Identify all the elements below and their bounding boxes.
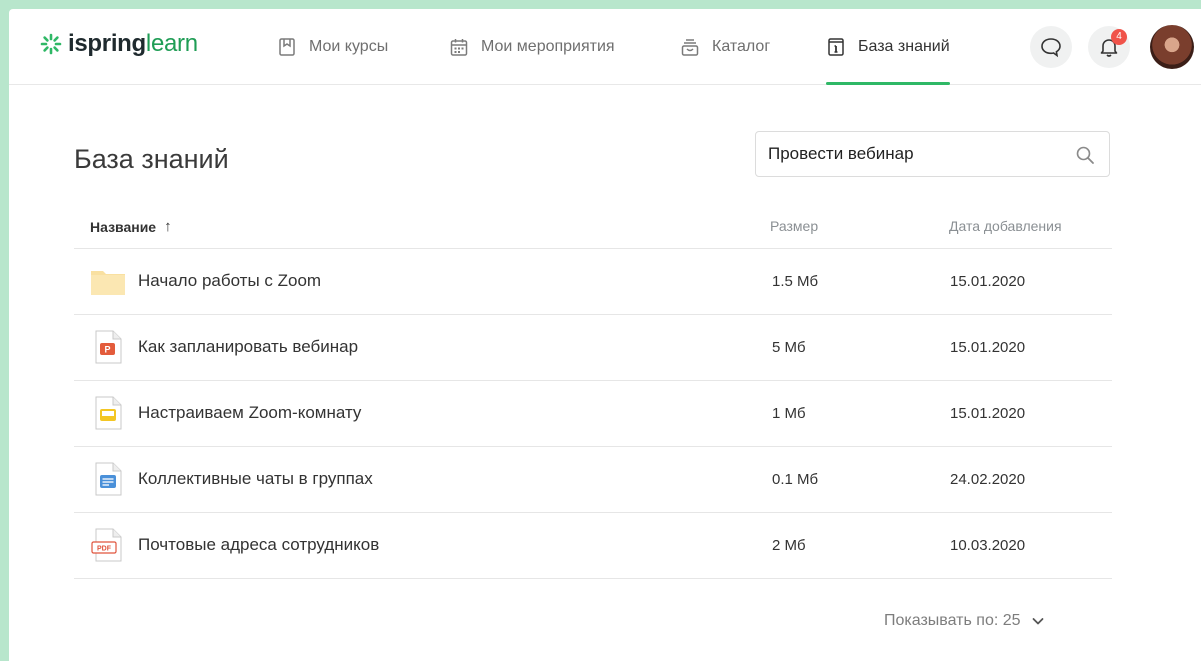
slides-file-icon: [95, 396, 122, 430]
svg-text:P: P: [104, 345, 110, 355]
file-name: Настраиваем Zoom-комнату: [138, 403, 362, 422]
file-size: 1 Мб: [772, 405, 806, 422]
file-size: 2 Мб: [772, 537, 806, 554]
top-navigation-bar: ispringlearn Мои курсы Мои мероприятия К…: [9, 9, 1201, 85]
user-avatar[interactable]: [1150, 25, 1194, 69]
notifications-button[interactable]: 4: [1088, 26, 1130, 68]
file-size: 0.1 Мб: [772, 471, 819, 488]
nav-catalog[interactable]: Каталог: [680, 9, 770, 84]
file-date: 15.01.2020: [950, 339, 1026, 356]
file-name: Коллективные чаты в группах: [138, 469, 373, 488]
table-header: Название ↑ Размер Дата добавления: [74, 204, 1112, 249]
pdf-file-icon: PDF: [91, 528, 122, 562]
table-row[interactable]: PDF Почтовые адреса сотрудников 2 Мб 10.…: [74, 513, 1112, 579]
powerpoint-file-icon: P: [95, 330, 122, 364]
file-size: 1.5 Мб: [772, 273, 819, 290]
file-date: 15.01.2020: [950, 405, 1026, 422]
nav-knowledge-base[interactable]: База знаний: [826, 9, 950, 85]
table-row[interactable]: Начало работы с Zoom 1.5 Мб 15.01.2020: [74, 249, 1112, 315]
file-size: 5 Мб: [772, 339, 806, 356]
table-row[interactable]: Настраиваем Zoom-комнату 1 Мб 15.01.2020: [74, 381, 1112, 447]
page-size-selector[interactable]: Показывать по: 25: [884, 612, 1045, 630]
nav-label: База знаний: [858, 37, 950, 55]
nav-my-events[interactable]: Мои мероприятия: [449, 9, 615, 84]
column-header-date[interactable]: Дата добавления: [949, 218, 1062, 234]
file-date: 10.03.2020: [950, 537, 1026, 554]
page-title: База знаний: [74, 144, 229, 174]
nav-label: Мои мероприятия: [481, 37, 615, 55]
calendar-icon: [450, 38, 468, 56]
logo-text-ispring: ispring: [68, 30, 146, 57]
column-header-size[interactable]: Размер: [770, 218, 818, 234]
app-window: ispringlearn Мои курсы Мои мероприятия К…: [9, 9, 1201, 661]
file-date: 24.02.2020: [950, 471, 1026, 488]
chat-bubble-icon: [1041, 38, 1061, 58]
info-book-icon: [828, 37, 844, 56]
column-header-name[interactable]: Название ↑: [90, 218, 172, 235]
chevron-down-icon: [1032, 618, 1043, 625]
messages-button[interactable]: [1030, 26, 1072, 68]
table-row[interactable]: P Как запланировать вебинар 5 Мб 15.01.2…: [74, 315, 1112, 381]
search-input[interactable]: [768, 132, 1058, 176]
table-row[interactable]: Коллективные чаты в группах 0.1 Мб 24.02…: [74, 447, 1112, 513]
document-file-icon: [95, 462, 122, 496]
folder-icon: [91, 271, 125, 295]
file-name: Как запланировать вебинар: [138, 337, 359, 356]
column-header-name-label: Название: [90, 218, 157, 235]
file-name: Начало работы с Zoom: [138, 271, 322, 290]
logo-spinner-icon: [40, 33, 62, 55]
catalog-icon: [681, 38, 699, 56]
nav-label: Мои курсы: [309, 37, 389, 55]
file-date: 15.01.2020: [950, 273, 1026, 290]
search-box: [755, 131, 1110, 177]
file-name: Почтовые адреса сотрудников: [138, 535, 380, 554]
sort-ascending-icon: ↑: [164, 218, 172, 235]
page-size-label: Показывать по: 25: [884, 612, 1021, 629]
knowledge-base-table: Название ↑ Размер Дата добавления Начало…: [74, 204, 1112, 579]
nav-my-courses[interactable]: Мои курсы: [277, 9, 388, 84]
logo-text-learn: learn: [145, 30, 198, 57]
notification-count-badge: 4: [1111, 29, 1127, 45]
search-icon[interactable]: [1075, 145, 1095, 165]
svg-text:PDF: PDF: [97, 545, 112, 552]
nav-label: Каталог: [712, 37, 771, 55]
bookmark-icon: [279, 37, 295, 56]
ispring-learn-logo[interactable]: ispringlearn: [40, 29, 198, 59]
